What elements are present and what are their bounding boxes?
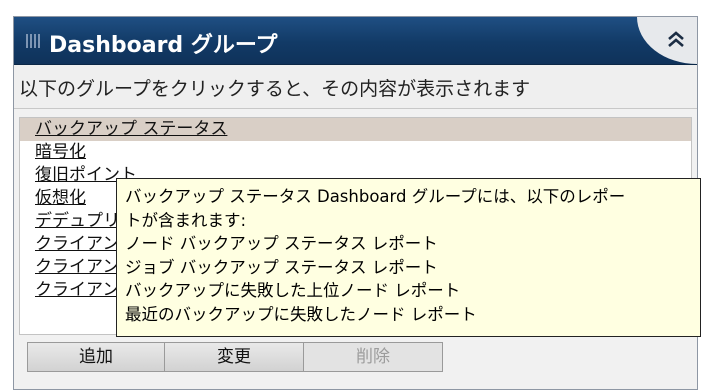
panel-header: Dashboard グループ <box>14 17 697 65</box>
add-button[interactable]: 追加 <box>27 342 165 372</box>
delete-button: 削除 <box>304 342 443 372</box>
tooltip-line: バックアップに失敗した上位ノード レポート <box>125 281 461 300</box>
tooltip-line: ジョブ バックアップ ステータス レポート <box>125 257 438 277</box>
tooltip-line: ノード バックアップ ステータス レポート <box>125 234 438 253</box>
grip-icon[interactable] <box>26 34 40 48</box>
group-tooltip: バックアップ ステータス Dashboard グループには、以下のレポー トが含… <box>116 178 701 337</box>
group-item-encryption[interactable]: 暗号化 <box>20 141 691 164</box>
double-chevron-up-icon[interactable] <box>665 29 687 51</box>
tooltip-line: バックアップ ステータス Dashboard グループには、以下のレポー <box>125 187 626 206</box>
tooltip-line: 最近のバックアップに失敗したノード レポート <box>125 304 477 324</box>
panel-title: Dashboard グループ <box>49 33 278 58</box>
tooltip-line: トが含まれます: <box>125 210 247 230</box>
button-bar: 追加 変更 削除 <box>27 342 443 372</box>
group-item-backup-status[interactable]: バックアップ ステータス <box>20 118 691 141</box>
instruction-bar: 以下のグループをクリックすると、その内容が表示されます <box>14 65 697 109</box>
change-button[interactable]: 変更 <box>165 342 304 372</box>
instruction-text: 以下のグループをクリックすると、その内容が表示されます <box>19 78 531 100</box>
